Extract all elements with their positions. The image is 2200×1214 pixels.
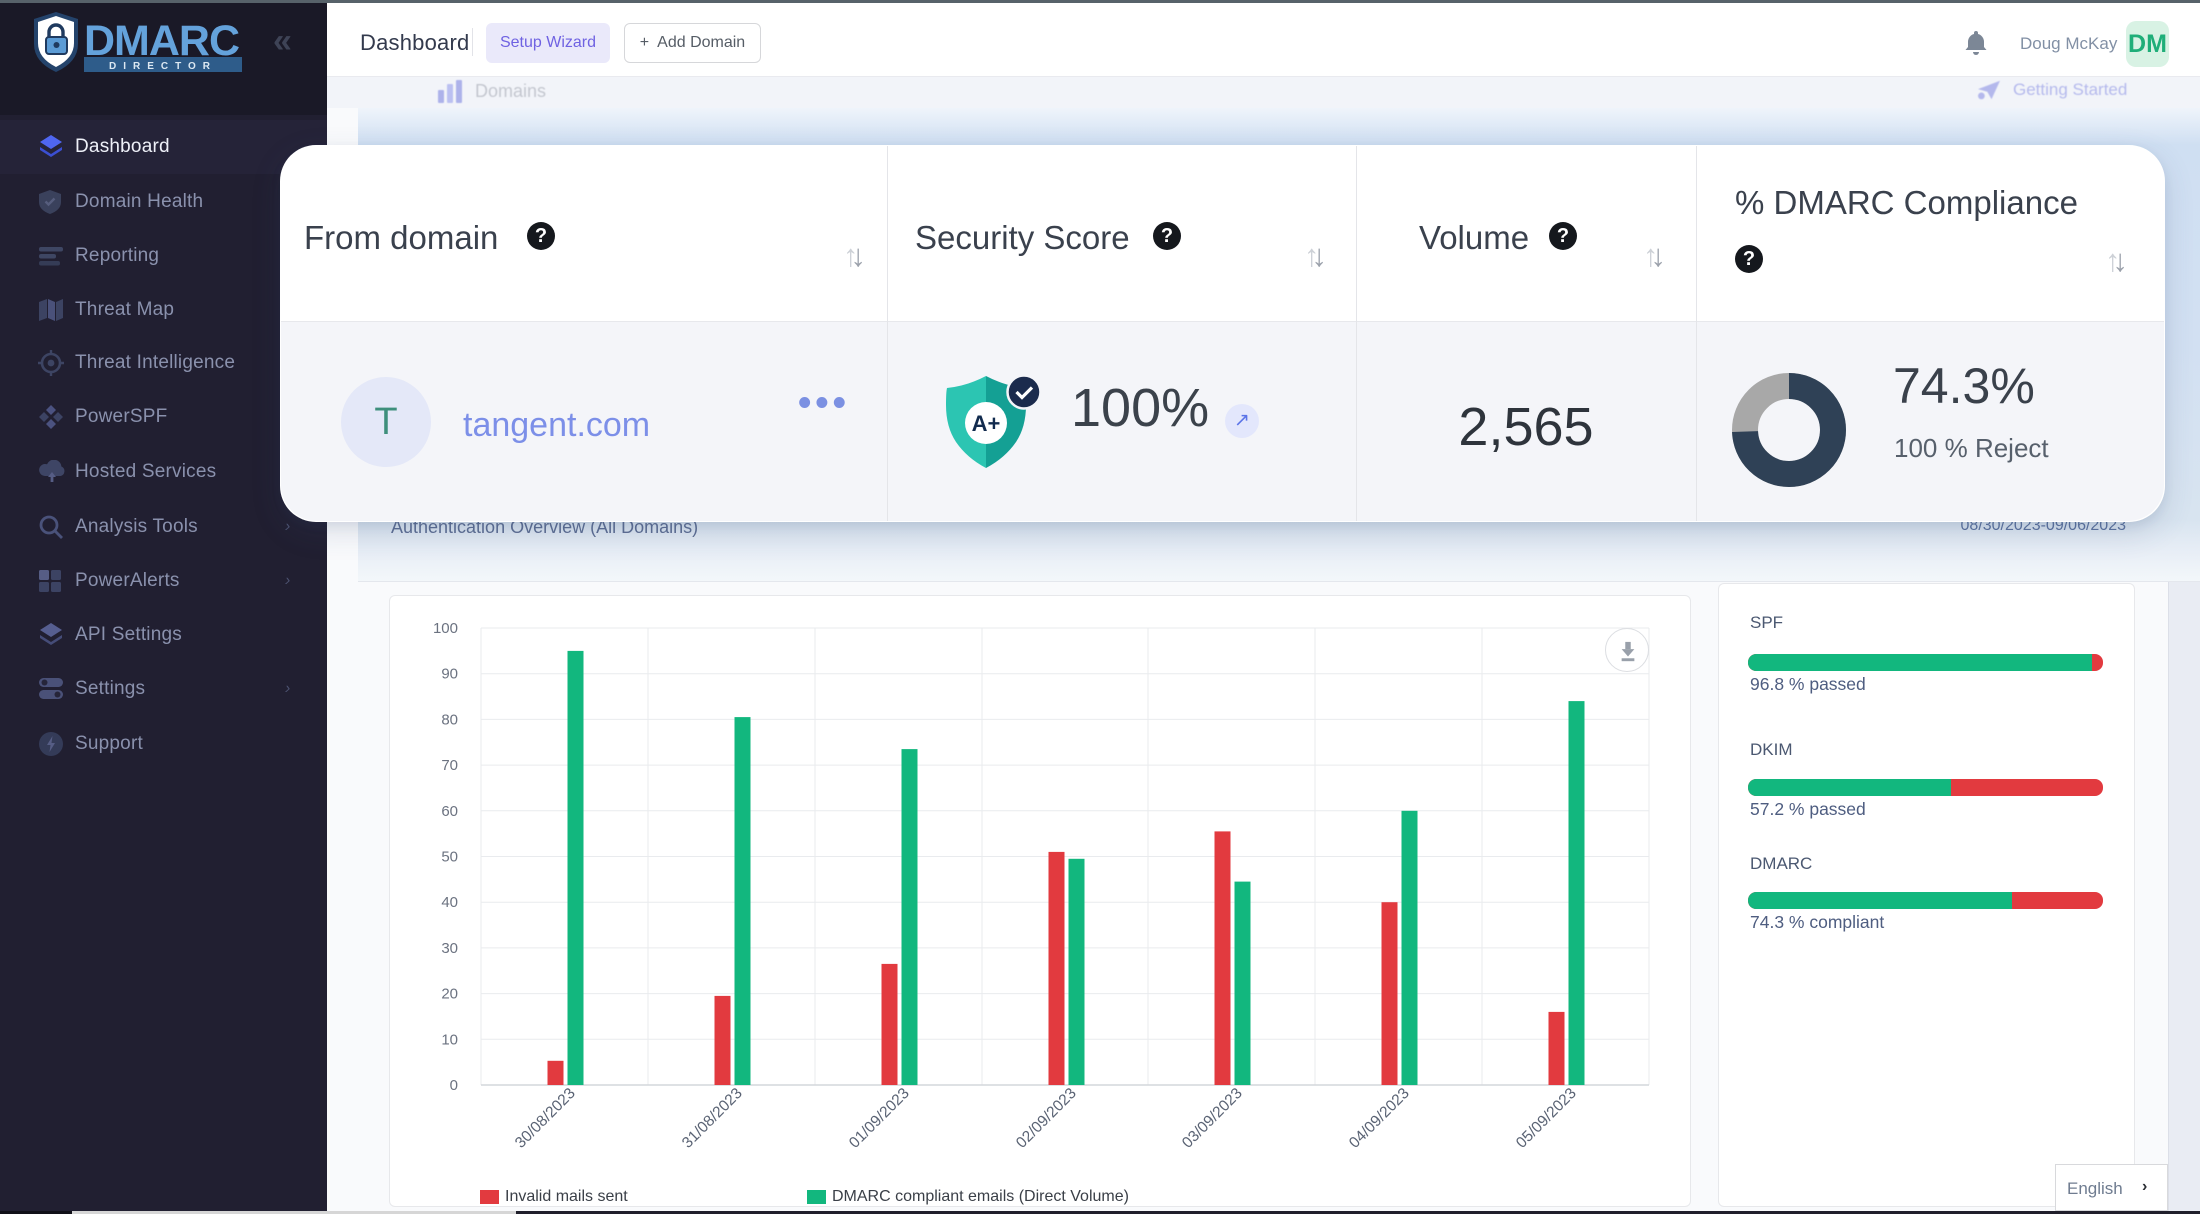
svg-text:02/09/2023: 02/09/2023 xyxy=(1013,1085,1080,1152)
svg-text:50: 50 xyxy=(441,849,458,866)
svg-text:01/09/2023: 01/09/2023 xyxy=(846,1085,913,1152)
svg-text:30/08/2023: 30/08/2023 xyxy=(512,1085,579,1152)
svg-text:03/09/2023: 03/09/2023 xyxy=(1179,1085,1246,1152)
svg-text:04/09/2023: 04/09/2023 xyxy=(1346,1085,1413,1152)
svg-text:100: 100 xyxy=(433,620,458,637)
svg-text:30: 30 xyxy=(441,940,458,957)
svg-text:40: 40 xyxy=(441,894,458,911)
svg-text:31/08/2023: 31/08/2023 xyxy=(679,1085,746,1152)
svg-text:05/09/2023: 05/09/2023 xyxy=(1513,1085,1580,1152)
svg-text:10: 10 xyxy=(441,1031,458,1048)
svg-text:A+: A+ xyxy=(972,411,1001,436)
svg-text:80: 80 xyxy=(441,711,458,728)
svg-text:20: 20 xyxy=(441,986,458,1003)
svg-text:0: 0 xyxy=(450,1077,458,1094)
svg-text:60: 60 xyxy=(441,803,458,820)
svg-text:70: 70 xyxy=(441,757,458,774)
svg-text:DIRECTOR: DIRECTOR xyxy=(109,61,217,72)
svg-text:90: 90 xyxy=(441,666,458,683)
